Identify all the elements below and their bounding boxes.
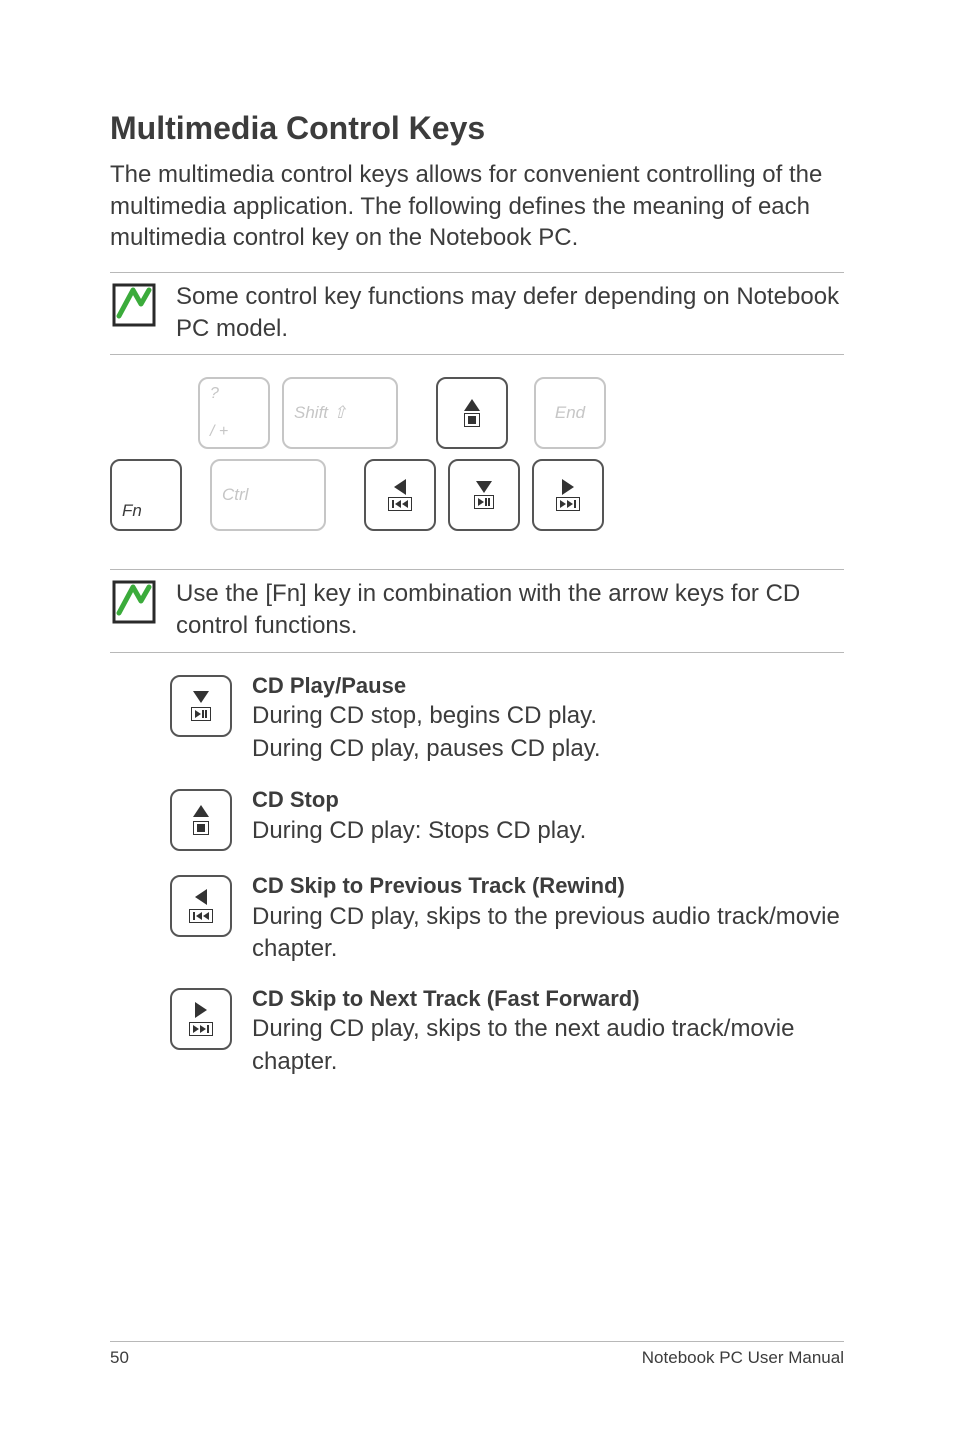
keycap-stop xyxy=(170,789,232,851)
key-label: End xyxy=(555,403,585,423)
desc-title: CD Play/Pause xyxy=(252,671,844,701)
keycap-next xyxy=(170,988,232,1050)
key-fn: Fn xyxy=(110,459,182,531)
play-pause-icon xyxy=(474,495,494,509)
arrow-up-icon xyxy=(193,805,209,817)
note-fn-combo: Use the [Fn] key in combination with the… xyxy=(110,570,844,651)
key-label: / + xyxy=(210,423,228,441)
previous-track-icon xyxy=(388,497,412,511)
desc-body: During CD play: Stops CD play. xyxy=(252,815,844,847)
key-arrow-down xyxy=(448,459,520,531)
desc-stop: CD Stop During CD play: Stops CD play. xyxy=(170,785,844,851)
keycap-prev xyxy=(170,875,232,937)
next-track-icon xyxy=(556,497,580,511)
section-title: Multimedia Control Keys xyxy=(110,110,844,147)
key-label: ? xyxy=(210,385,219,403)
page-number: 50 xyxy=(110,1348,129,1368)
desc-body: During CD play, skips to the next audio … xyxy=(252,1013,844,1078)
desc-prev: CD Skip to Previous Track (Rewind) Durin… xyxy=(170,871,844,965)
manual-title: Notebook PC User Manual xyxy=(642,1348,844,1368)
key-arrow-left xyxy=(364,459,436,531)
intro-text: The multimedia control keys allows for c… xyxy=(110,159,844,254)
desc-title: CD Skip to Previous Track (Rewind) xyxy=(252,871,844,901)
keyboard-diagram: ? / + Shift ⇧ End Fn xyxy=(110,355,844,569)
divider xyxy=(110,652,844,653)
page-footer: 50 Notebook PC User Manual xyxy=(0,1341,954,1368)
previous-track-icon xyxy=(189,909,213,923)
arrow-down-icon xyxy=(193,691,209,703)
desc-body: During CD play, pauses CD play. xyxy=(252,733,844,765)
key-end-ghost: End xyxy=(534,377,606,449)
arrow-left-icon xyxy=(394,479,406,495)
key-label: Ctrl xyxy=(222,485,248,505)
note-model-dependent: Some control key functions may defer dep… xyxy=(110,273,844,354)
arrow-right-icon xyxy=(562,479,574,495)
desc-body: During CD play, skips to the previous au… xyxy=(252,901,844,966)
key-label: Fn xyxy=(122,501,142,521)
stop-icon xyxy=(464,413,480,427)
note-text: Use the [Fn] key in combination with the… xyxy=(176,578,844,641)
key-arrow-up xyxy=(436,377,508,449)
key-label: Shift ⇧ xyxy=(294,403,347,423)
next-track-icon xyxy=(189,1022,213,1036)
desc-next: CD Skip to Next Track (Fast Forward) Dur… xyxy=(170,984,844,1078)
keycap-play-pause xyxy=(170,675,232,737)
play-pause-icon xyxy=(191,707,211,721)
key-arrow-right xyxy=(532,459,604,531)
note-icon xyxy=(110,578,158,626)
desc-title: CD Stop xyxy=(252,785,844,815)
note-text: Some control key functions may defer dep… xyxy=(176,281,844,344)
key-ctrl-ghost: Ctrl xyxy=(210,459,326,531)
note-icon xyxy=(110,281,158,329)
arrow-left-icon xyxy=(195,889,207,905)
desc-title: CD Skip to Next Track (Fast Forward) xyxy=(252,984,844,1014)
desc-play-pause: CD Play/Pause During CD stop, begins CD … xyxy=(170,671,844,765)
key-slash-ghost: ? / + xyxy=(198,377,270,449)
arrow-up-icon xyxy=(464,399,480,411)
key-shift-ghost: Shift ⇧ xyxy=(282,377,398,449)
arrow-down-icon xyxy=(476,481,492,493)
desc-body: During CD stop, begins CD play. xyxy=(252,700,844,732)
arrow-right-icon xyxy=(195,1002,207,1018)
stop-icon xyxy=(193,821,209,835)
